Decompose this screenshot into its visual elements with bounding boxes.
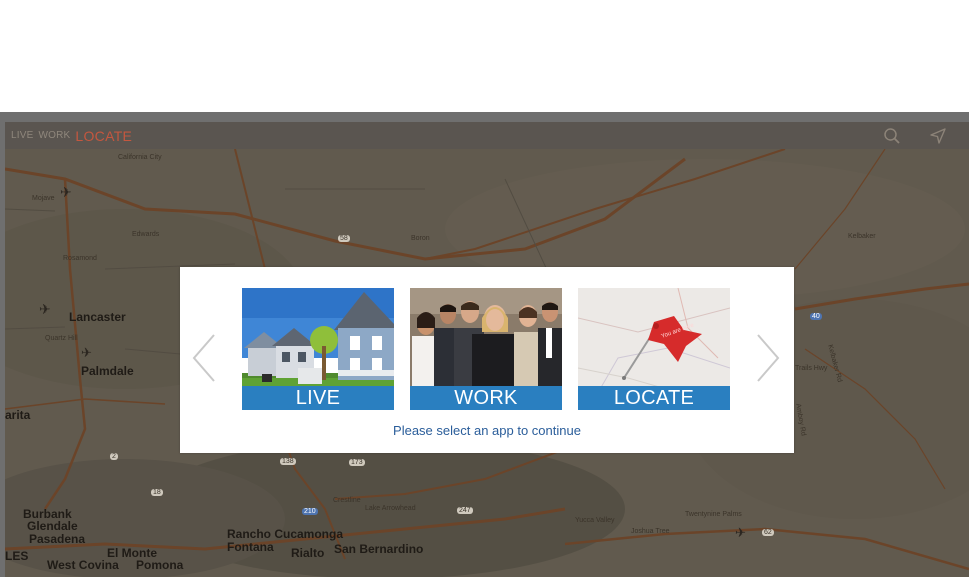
- place-label: Twentynine Palms: [685, 511, 742, 518]
- place-label: Glendale: [27, 519, 78, 533]
- place-label: LES: [5, 549, 29, 563]
- search-icon[interactable]: [883, 127, 901, 145]
- route-shield: 62: [762, 529, 774, 536]
- place-label: Kelbaker: [848, 233, 876, 240]
- place-label: Crestline: [333, 497, 361, 504]
- place-label: Mojave: [32, 195, 55, 202]
- nav-work[interactable]: WORK: [38, 130, 70, 141]
- select-app-prompt: Please select an app to continue: [393, 423, 581, 438]
- place-label: Trails Hwy: [795, 365, 828, 372]
- airport-icon: ✈: [39, 301, 51, 317]
- route-shield: 138: [280, 458, 296, 465]
- place-label: Edwards: [132, 231, 160, 238]
- place-label: Rosamond: [63, 255, 97, 262]
- route-shield: 247: [457, 507, 473, 514]
- place-label: Rialto: [291, 546, 325, 560]
- top-bar: LIVE WORK LOCATE: [5, 122, 969, 149]
- place-label: arita: [5, 408, 31, 422]
- route-shield: 18: [151, 489, 163, 496]
- route-shield: 58: [338, 235, 350, 242]
- place-label: San Bernardino: [334, 542, 424, 556]
- route-shield: 173: [349, 459, 365, 466]
- tile-locate[interactable]: You are here LOCATE: [578, 288, 730, 410]
- tile-live-label: LIVE: [242, 386, 394, 410]
- tile-work[interactable]: WORK: [410, 288, 562, 410]
- place-label: Rancho Cucamonga: [227, 527, 344, 541]
- place-label: Pasadena: [29, 532, 86, 546]
- place-label: Palmdale: [81, 364, 134, 378]
- place-label: Lake Arrowhead: [365, 505, 416, 512]
- app-chooser-dialog: LIVE WORK You are here LOCATE Please sel…: [180, 267, 794, 453]
- route-shield: 2: [110, 453, 118, 460]
- place-label: Lancaster: [69, 310, 126, 324]
- tile-live[interactable]: LIVE: [242, 288, 394, 410]
- airport-icon: ✈: [735, 525, 746, 540]
- place-label: West Covina: [47, 558, 119, 572]
- chevron-left-icon[interactable]: [190, 333, 220, 383]
- place-label: California City: [118, 154, 162, 161]
- place-label: Pomona: [136, 558, 184, 572]
- place-label: Quartz Hill: [45, 335, 78, 342]
- nav-locate[interactable]: LOCATE: [75, 128, 132, 144]
- place-label: Fontana: [227, 540, 274, 554]
- chevron-right-icon[interactable]: [752, 333, 782, 383]
- place-label: Yucca Valley: [575, 517, 615, 524]
- airport-icon: ✈: [60, 184, 72, 200]
- place-label: Joshua Tree: [631, 528, 670, 535]
- tile-locate-label: LOCATE: [578, 386, 730, 410]
- tile-work-label: WORK: [410, 386, 562, 410]
- airport-icon: ✈: [81, 345, 92, 360]
- route-shield: 40: [810, 313, 822, 320]
- locate-arrow-icon[interactable]: [929, 127, 947, 145]
- nav-live[interactable]: LIVE: [11, 130, 33, 141]
- route-shield: 210: [302, 508, 318, 515]
- place-label: Boron: [411, 235, 430, 242]
